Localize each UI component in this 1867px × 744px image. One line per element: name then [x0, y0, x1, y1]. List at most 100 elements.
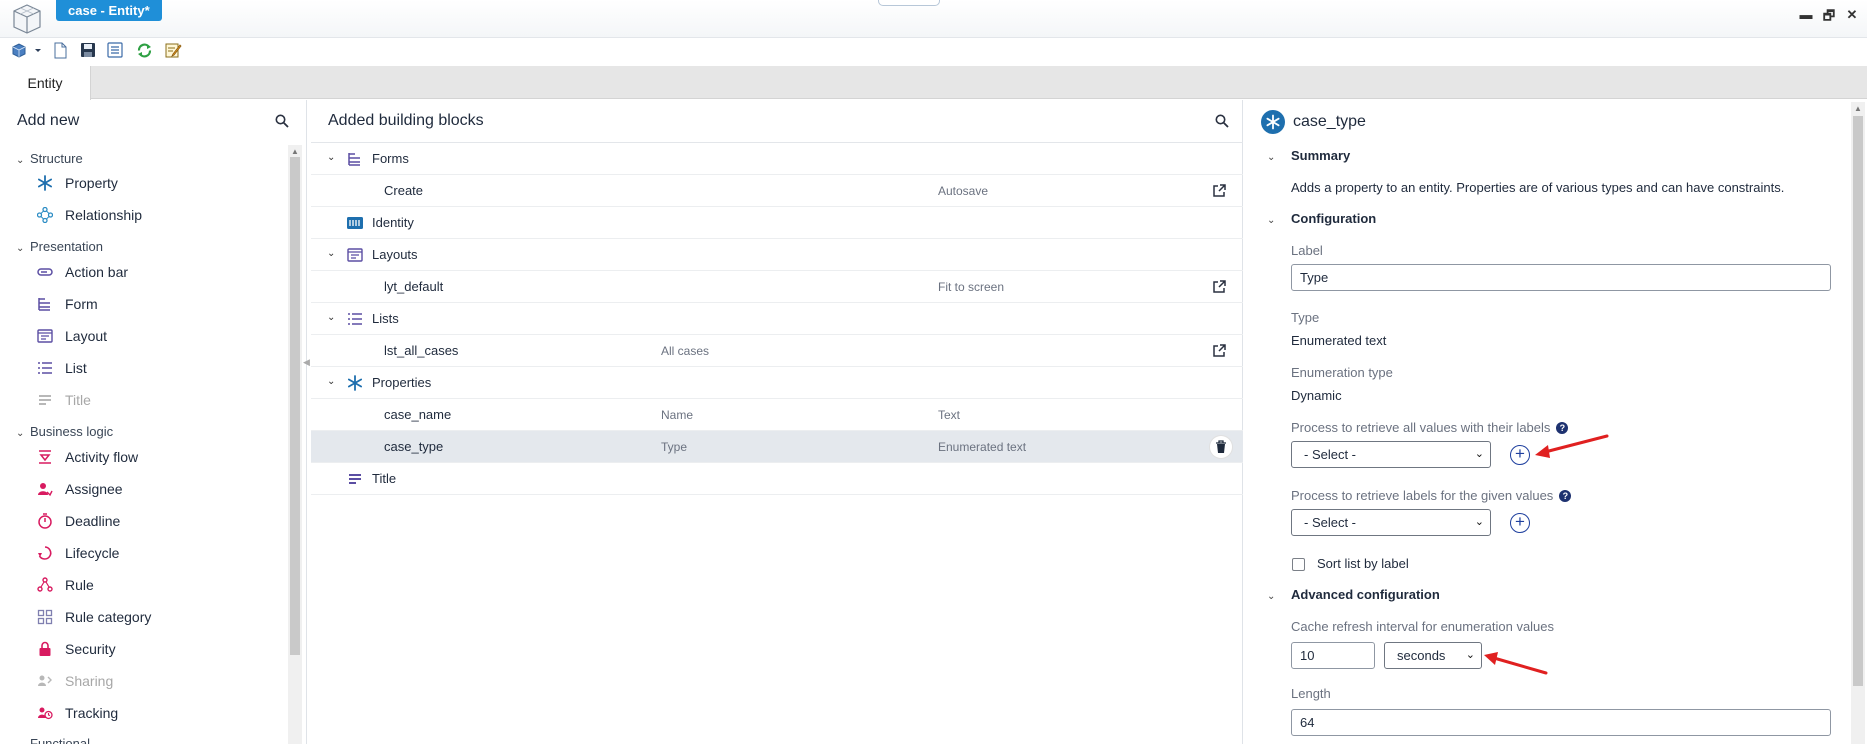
assignee-icon: [36, 480, 54, 498]
process-all-values-select[interactable]: - Select - ⌄: [1291, 441, 1491, 468]
group-structure[interactable]: ⌄ Structure: [16, 151, 83, 166]
length-input[interactable]: 64: [1291, 709, 1831, 736]
chevron-down-icon[interactable]: ⌄: [327, 312, 335, 323]
label-caption: Label: [1291, 243, 1323, 258]
add-list-item[interactable]: List: [36, 357, 87, 379]
add-property-item[interactable]: Property: [36, 172, 118, 194]
tree-row-lyt-default[interactable]: lyt_default Fit to screen: [311, 271, 1243, 303]
chevron-down-icon: ⌄: [16, 740, 30, 744]
add-assignee-item[interactable]: Assignee: [36, 478, 123, 500]
help-icon[interactable]: ?: [1556, 422, 1569, 434]
add-tracking-item[interactable]: Tracking: [36, 702, 118, 724]
close-button[interactable]: ✕: [1843, 7, 1861, 23]
identity-card-icon: [346, 214, 364, 232]
open-external-icon[interactable]: [1211, 279, 1227, 295]
chevron-down-icon[interactable]: ⌄: [327, 152, 335, 163]
add-security-item[interactable]: Security: [36, 638, 116, 660]
refresh-icon: [137, 43, 151, 57]
open-external-icon[interactable]: [1211, 183, 1227, 199]
add-new-scrollbar[interactable]: ▲: [288, 145, 302, 744]
tracking-icon: [36, 704, 54, 722]
rule-category-grid-icon: [36, 608, 54, 626]
add-rule-item[interactable]: Rule: [36, 574, 94, 596]
add-rule-category-item[interactable]: Rule category: [36, 606, 151, 628]
refresh-button[interactable]: [134, 40, 154, 60]
process-all-values-caption: Process to retrieve all values with thei…: [1291, 420, 1569, 435]
add-deadline-item[interactable]: Deadline: [36, 510, 120, 532]
tree-row-create[interactable]: Create Autosave: [311, 175, 1243, 207]
chevron-down-icon[interactable]: ⌄: [327, 248, 335, 259]
property-details-panel: case_type ⌄ Summary Adds a property to an…: [1245, 100, 1867, 744]
add-form-item[interactable]: Form: [36, 293, 98, 315]
layout-icon: [346, 246, 364, 264]
building-blocks-search-icon[interactable]: [1215, 114, 1231, 130]
chevron-down-icon[interactable]: ⌄: [327, 376, 335, 387]
tab-entity[interactable]: Entity: [0, 66, 91, 100]
add-relationship-item[interactable]: Relationship: [36, 204, 142, 226]
chevron-down-icon: ⌄: [16, 428, 25, 439]
new-document-icon: [54, 42, 67, 58]
list-icon: [36, 359, 54, 377]
tree-row-identity[interactable]: Identity: [311, 207, 1243, 239]
property-panel-scrollbar[interactable]: ▲: [1851, 102, 1865, 744]
sort-by-label-checkbox[interactable]: [1292, 558, 1305, 571]
add-new-panel: Add new ⌄ Structure Property Relationship…: [0, 100, 307, 744]
cache-unit-select[interactable]: seconds ⌄: [1384, 642, 1482, 669]
add-lifecycle-item[interactable]: Lifecycle: [36, 542, 119, 564]
add-process-plus-icon[interactable]: +: [1510, 445, 1530, 465]
relationship-icon: [36, 206, 54, 224]
property-asterisk-icon: [346, 374, 364, 392]
restore-button[interactable]: 🗗: [1820, 7, 1838, 29]
panel-splitter-arrow-icon[interactable]: ◀: [303, 357, 310, 368]
tree-row-case-type[interactable]: case_type Type Enumerated text: [311, 431, 1243, 463]
type-caption: Type: [1291, 310, 1320, 325]
tree-row-title[interactable]: Title: [311, 463, 1243, 495]
document-tab[interactable]: case - Entity*: [56, 0, 162, 21]
scroll-up-arrow-icon[interactable]: ▲: [1854, 104, 1862, 113]
delete-trash-icon[interactable]: [1210, 436, 1232, 458]
scroll-up-arrow-icon[interactable]: ▲: [291, 147, 299, 156]
enumeration-type-value: Dynamic: [1291, 388, 1342, 403]
form-icon: [346, 150, 364, 168]
sharing-icon: [36, 672, 54, 690]
scrollbar-thumb[interactable]: [290, 157, 300, 655]
chevron-down-icon: ⌄: [1465, 649, 1475, 661]
tree-row-lists[interactable]: ⌄ Lists: [311, 303, 1243, 335]
add-title-item[interactable]: Title: [36, 389, 91, 411]
cache-refresh-input[interactable]: 10: [1291, 642, 1375, 669]
save-button[interactable]: [78, 40, 98, 60]
add-layout-item[interactable]: Layout: [36, 325, 107, 347]
annotation-arrow-icon: [1535, 434, 1609, 458]
help-icon[interactable]: ?: [1559, 490, 1572, 502]
process-labels-select[interactable]: - Select - ⌄: [1291, 509, 1491, 536]
summary-text: Adds a property to an entity. Properties…: [1291, 180, 1785, 195]
add-new-search-icon[interactable]: [275, 114, 291, 130]
add-sharing-item[interactable]: Sharing: [36, 670, 113, 692]
tree-row-properties[interactable]: ⌄ Properties: [311, 367, 1243, 399]
advanced-configuration-section-toggle[interactable]: ⌄ Advanced configuration: [1267, 587, 1440, 602]
tree-row-case-name[interactable]: case_name Name Text: [311, 399, 1243, 431]
scrollbar-thumb[interactable]: [1853, 116, 1863, 686]
configuration-section-toggle[interactable]: ⌄ Configuration: [1267, 211, 1376, 226]
group-business-logic[interactable]: ⌄ Business logic: [16, 424, 113, 439]
tree-row-layouts[interactable]: ⌄ Layouts: [311, 239, 1243, 271]
save-compare-button[interactable]: [105, 40, 125, 60]
minimize-button[interactable]: ▬: [1797, 7, 1815, 22]
title-icon: [36, 391, 54, 409]
tree-row-lst-all-cases[interactable]: lst_all_cases All cases: [311, 335, 1243, 367]
group-functional[interactable]: ⌄Functional: [16, 736, 90, 744]
publish-dropdown-icon: [12, 43, 41, 58]
chevron-down-icon: ⌄: [1267, 152, 1276, 163]
add-process-plus-icon[interactable]: +: [1510, 513, 1530, 533]
summary-section-toggle[interactable]: ⌄ Summary: [1267, 148, 1350, 163]
new-document-button[interactable]: [50, 40, 70, 60]
add-activity-flow-item[interactable]: Activity flow: [36, 446, 138, 468]
publish-dropdown-button[interactable]: [10, 40, 42, 60]
label-input[interactable]: Type: [1291, 264, 1831, 291]
group-presentation[interactable]: ⌄ Presentation: [16, 239, 103, 254]
window-drag-handle[interactable]: [878, 0, 940, 6]
open-external-icon[interactable]: [1211, 343, 1227, 359]
edit-notes-button[interactable]: [163, 40, 183, 60]
add-action-bar-item[interactable]: Action bar: [36, 261, 128, 283]
tree-row-forms[interactable]: ⌄ Forms: [311, 143, 1243, 175]
